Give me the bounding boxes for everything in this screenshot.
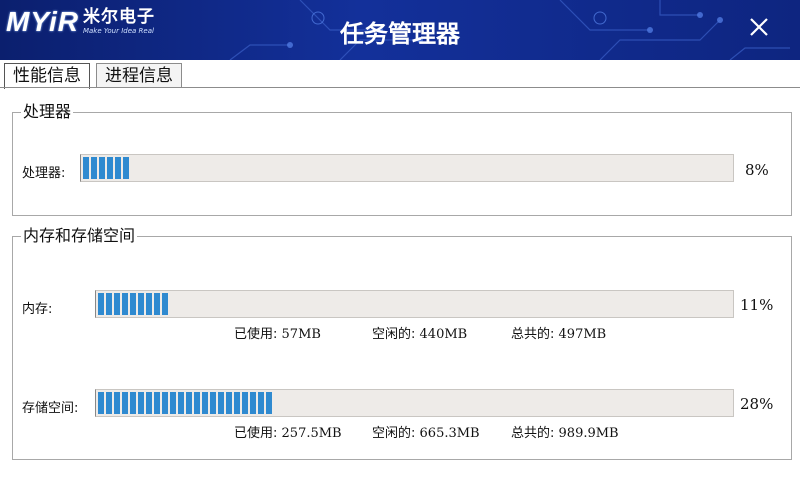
- progress-segment: [107, 157, 113, 179]
- progress-segment: [122, 293, 128, 315]
- tab-bar: 性能信息 进程信息: [0, 60, 800, 89]
- cpu-group: 处理器 处理器: 8%: [12, 102, 792, 216]
- progress-segment: [99, 157, 105, 179]
- storage-total: 总共的: 989.9MB: [511, 426, 619, 441]
- cpu-progress-bar: [80, 154, 734, 182]
- progress-segment: [130, 392, 136, 414]
- tab-processes[interactable]: 进程信息: [96, 63, 182, 88]
- progress-segment: [178, 392, 184, 414]
- progress-segment: [91, 157, 97, 179]
- tab-divider: [0, 87, 800, 88]
- progress-segment: [114, 392, 120, 414]
- progress-segment: [98, 293, 104, 315]
- progress-segment: [138, 293, 144, 315]
- cpu-progress-fill: [83, 157, 131, 179]
- progress-segment: [83, 157, 89, 179]
- progress-segment: [106, 293, 112, 315]
- storage-label: 存储空间:: [22, 401, 79, 416]
- memory-label: 内存:: [22, 302, 53, 317]
- storage-progress-bar: [95, 389, 734, 417]
- progress-segment: [154, 293, 160, 315]
- progress-segment: [266, 392, 272, 414]
- memory-percent: 11%: [740, 296, 774, 314]
- progress-segment: [106, 392, 112, 414]
- memory-progress-fill: [98, 293, 170, 315]
- progress-segment: [242, 392, 248, 414]
- progress-segment: [250, 392, 256, 414]
- progress-segment: [130, 293, 136, 315]
- progress-segment: [138, 392, 144, 414]
- memory-storage-group-title: 内存和存储空间: [21, 226, 138, 246]
- title-bar: MYiR 米尔电子 Make Your Idea Real 任务管理器: [0, 0, 800, 60]
- cpu-label: 处理器:: [22, 166, 66, 181]
- progress-segment: [115, 157, 121, 179]
- storage-free: 空闲的: 665.3MB: [372, 426, 480, 441]
- progress-segment: [170, 392, 176, 414]
- progress-segment: [234, 392, 240, 414]
- cpu-group-title: 处理器: [21, 102, 74, 122]
- progress-segment: [186, 392, 192, 414]
- memory-free: 空闲的: 440MB: [372, 327, 468, 342]
- progress-segment: [122, 392, 128, 414]
- progress-segment: [194, 392, 200, 414]
- progress-segment: [218, 392, 224, 414]
- memory-total: 总共的: 497MB: [511, 327, 607, 342]
- progress-segment: [146, 293, 152, 315]
- close-icon: [750, 18, 768, 36]
- storage-percent: 28%: [740, 395, 774, 413]
- memory-storage-group: 内存和存储空间 内存: 11% 已使用: 57MB 空闲的: 440MB 总共的…: [12, 226, 792, 460]
- progress-segment: [162, 293, 168, 315]
- progress-segment: [154, 392, 160, 414]
- progress-segment: [226, 392, 232, 414]
- memory-used: 已使用: 57MB: [234, 327, 321, 342]
- progress-segment: [162, 392, 168, 414]
- progress-segment: [210, 392, 216, 414]
- progress-segment: [123, 157, 129, 179]
- memory-progress-bar: [95, 290, 734, 318]
- storage-used: 已使用: 257.5MB: [234, 426, 342, 441]
- progress-segment: [114, 293, 120, 315]
- storage-progress-fill: [98, 392, 274, 414]
- close-button[interactable]: [744, 12, 774, 42]
- progress-segment: [202, 392, 208, 414]
- progress-segment: [258, 392, 264, 414]
- window-title: 任务管理器: [340, 20, 460, 48]
- tab-performance[interactable]: 性能信息: [4, 63, 90, 89]
- progress-segment: [98, 392, 104, 414]
- progress-segment: [146, 392, 152, 414]
- cpu-percent: 8%: [745, 161, 769, 179]
